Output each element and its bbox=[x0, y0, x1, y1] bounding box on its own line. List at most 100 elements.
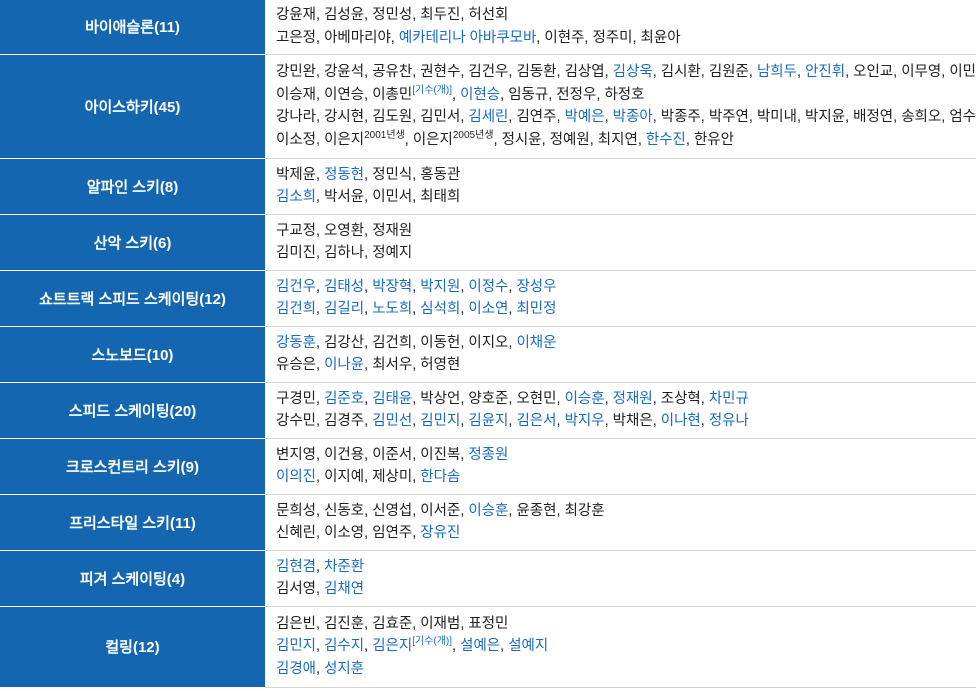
athlete-name: 윤종현 bbox=[516, 502, 557, 519]
athlete-link[interactable]: 김소희 bbox=[276, 189, 316, 205]
athlete-name: 박지윤 bbox=[805, 109, 846, 125]
athlete-link[interactable]: 장성우 bbox=[516, 279, 556, 295]
sport-header[interactable]: 바이애슬론(11) bbox=[0, 0, 265, 55]
athlete-link[interactable]: 이나현 bbox=[661, 413, 701, 429]
athlete-link[interactable]: 김민지 bbox=[420, 413, 460, 429]
athlete-name: 정민식 bbox=[372, 166, 413, 183]
athlete-link[interactable]: 최민정 bbox=[516, 301, 556, 317]
athlete-name: 권현수 bbox=[420, 64, 461, 80]
separator: , bbox=[364, 525, 373, 541]
athlete-name: 이재범 bbox=[420, 615, 461, 632]
athlete-link[interactable]: 김건희 bbox=[276, 301, 316, 317]
separator: , bbox=[637, 131, 646, 148]
sport-header[interactable]: 컬링(12) bbox=[0, 606, 265, 688]
athlete-link[interactable]: 김태윤 bbox=[372, 391, 412, 407]
athlete-name: 신영섭 bbox=[372, 502, 413, 519]
athlete-link[interactable]: 차준환 bbox=[324, 559, 364, 575]
athlete-link[interactable]: 안진휘 bbox=[805, 64, 845, 80]
athlete-link[interactable]: 차민규 bbox=[709, 391, 749, 407]
athlete-link[interactable]: 한다솜 bbox=[420, 469, 460, 485]
separator: , bbox=[604, 64, 613, 80]
athlete-link[interactable]: 김민선 bbox=[372, 413, 412, 429]
athlete-link[interactable]: 김경애 bbox=[276, 661, 316, 677]
athlete-list: 김은빈, 김진훈, 김효준, 이재범, 표정민 김민지, 김수지, 김은지[기수(… bbox=[265, 606, 976, 688]
separator: , bbox=[364, 615, 373, 632]
athlete-link[interactable]: 설예지 bbox=[508, 638, 548, 654]
athlete-link[interactable]: 이정수 bbox=[468, 279, 508, 295]
sport-header[interactable]: 크로스컨트리 스키(9) bbox=[0, 438, 265, 495]
athlete-name: 최강훈 bbox=[564, 502, 605, 519]
separator: , bbox=[604, 109, 613, 125]
sport-header[interactable]: 알파인 스키(8) bbox=[0, 158, 265, 215]
athlete-link[interactable]: 한수진 bbox=[646, 132, 686, 148]
separator: , bbox=[364, 245, 373, 261]
athlete-list: 문희성, 신동호, 신영섭, 이서준, 이승훈, 윤종현, 최강훈 신혜린, 이소… bbox=[265, 494, 976, 551]
athlete-link[interactable]: 이현승 bbox=[460, 87, 500, 103]
athlete-link[interactable]: 박예은 bbox=[565, 109, 605, 125]
footnote-link[interactable]: [기수(개)] bbox=[412, 636, 452, 647]
sport-header[interactable]: 스노보드(10) bbox=[0, 326, 265, 383]
athlete-link[interactable]: 김건우 bbox=[276, 279, 316, 295]
athlete-link[interactable]: 박종아 bbox=[613, 109, 653, 125]
athlete-link[interactable]: 노도희 bbox=[372, 301, 412, 317]
separator: , bbox=[452, 86, 461, 103]
athlete-link[interactable]: 김수지 bbox=[324, 638, 364, 654]
athlete-link[interactable]: 김태성 bbox=[324, 279, 364, 295]
sport-header[interactable]: 프리스타일 스키(11) bbox=[0, 494, 265, 551]
athlete-link[interactable]: 설예은 bbox=[460, 638, 500, 654]
athlete-name: 강윤석 bbox=[324, 64, 365, 80]
athlete-link[interactable]: 심석희 bbox=[420, 301, 460, 317]
athlete-link[interactable]: 정종원 bbox=[468, 447, 508, 463]
separator: , bbox=[556, 64, 565, 80]
athlete-link[interactable]: 이소연 bbox=[468, 301, 508, 317]
athlete-link[interactable]: 김은서 bbox=[516, 413, 556, 429]
separator: , bbox=[452, 638, 461, 655]
athlete-line: 박제윤, 정동현, 정민식, 홍동관 bbox=[276, 164, 976, 187]
athlete-link[interactable]: 김현겸 bbox=[276, 559, 316, 575]
sport-header[interactable]: 아이스하키(45) bbox=[0, 54, 265, 159]
athlete-name: 이준서 bbox=[372, 446, 413, 463]
athlete-list: 강윤재, 김성윤, 정민성, 최두진, 허선회 고은정, 아베마리야, 예카테리나… bbox=[265, 0, 976, 55]
athlete-link[interactable]: 김준호 bbox=[324, 391, 364, 407]
sport-header[interactable]: 스피드 스케이팅(20) bbox=[0, 382, 265, 439]
sport-header[interactable]: 쇼트트랙 스피드 스케이팅(12) bbox=[0, 270, 265, 327]
athlete-link[interactable]: 이의진 bbox=[276, 469, 316, 485]
athlete-line: 강수민, 김경주, 김민선, 김민지, 김윤지, 김은서, 박지우, 박채은, … bbox=[276, 410, 976, 433]
athlete-line: 이의진, 이지예, 제상미, 한다솜 bbox=[276, 466, 976, 489]
athlete-link[interactable]: 박장혁 bbox=[372, 279, 412, 295]
athlete-name: 이소영 bbox=[324, 525, 365, 541]
separator: , bbox=[364, 390, 373, 407]
separator: , bbox=[316, 638, 325, 655]
athlete-link[interactable]: 박지원 bbox=[420, 279, 460, 295]
sport-header[interactable]: 피겨 스케이팅(4) bbox=[0, 550, 265, 607]
footnote-link[interactable]: [기수(개)] bbox=[412, 85, 452, 96]
athlete-link[interactable]: 김상욱 bbox=[613, 64, 653, 80]
athlete-link[interactable]: 김세린 bbox=[468, 109, 508, 125]
athlete-link[interactable]: 이승훈 bbox=[565, 391, 605, 407]
athlete-link[interactable]: 성지훈 bbox=[324, 661, 364, 677]
athlete-link[interactable]: 이채운 bbox=[516, 335, 556, 351]
athlete-link[interactable]: 정동현 bbox=[324, 167, 364, 183]
athlete-link[interactable]: 남희두 bbox=[757, 64, 797, 80]
athlete-link[interactable]: 강동훈 bbox=[276, 335, 316, 351]
athlete-line: 김현겸, 차준환 bbox=[276, 556, 976, 579]
athlete-name: 변지영 bbox=[276, 446, 317, 463]
athlete-link[interactable]: 이나윤 bbox=[324, 357, 364, 373]
athlete-link[interactable]: 장유진 bbox=[420, 525, 460, 541]
athlete-link[interactable]: 김윤지 bbox=[468, 413, 508, 429]
athlete-link[interactable]: 김채연 bbox=[324, 581, 364, 597]
athlete-link[interactable]: 정유나 bbox=[709, 413, 749, 429]
athlete-link[interactable]: 김은지 bbox=[372, 638, 412, 654]
athlete-name: 이지예 bbox=[324, 469, 365, 485]
athlete-line: 김미진, 김하나, 정예지 bbox=[276, 242, 976, 265]
athlete-link[interactable]: 예카테리나 아바쿠모바 bbox=[399, 30, 536, 46]
athlete-link[interactable]: 정재원 bbox=[613, 391, 653, 407]
athlete-link[interactable]: 이승훈 bbox=[468, 503, 508, 519]
athlete-line: 강윤재, 김성윤, 정민성, 최두진, 허선회 bbox=[276, 4, 976, 27]
athlete-link[interactable]: 김민지 bbox=[276, 638, 316, 654]
athlete-name: 이진복 bbox=[420, 446, 461, 463]
athlete-name: 최지연 bbox=[597, 131, 638, 148]
athlete-link[interactable]: 김길리 bbox=[324, 301, 364, 317]
athlete-link[interactable]: 박지우 bbox=[565, 413, 605, 429]
sport-header[interactable]: 산악 스키(6) bbox=[0, 214, 265, 271]
